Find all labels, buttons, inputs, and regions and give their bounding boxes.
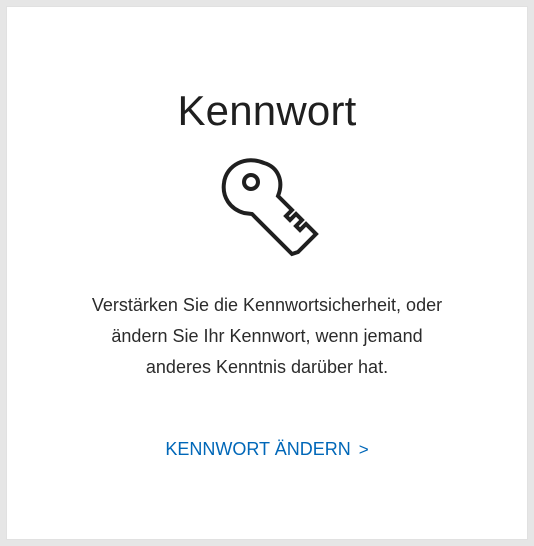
description-line: Verstärken Sie die Kennwortsicherheit, o… xyxy=(91,295,443,315)
card-description: Verstärken Sie die Kennwortsicherheit, o… xyxy=(27,290,507,383)
password-card: Kennwort Verstärken Sie die Kennwortsich… xyxy=(7,7,527,539)
change-password-link[interactable]: KENNWORT ÄNDERN > xyxy=(7,439,527,460)
description-line: anderes Kenntnis darüber hat. xyxy=(145,357,389,377)
change-password-label: KENNWORT ÄNDERN xyxy=(165,439,351,459)
card-title: Kennwort xyxy=(177,87,357,134)
key-icon xyxy=(221,158,319,257)
chevron-right-icon: > xyxy=(358,440,369,459)
description-line: ändern Sie Ihr Kennwort, wenn jemand xyxy=(111,326,423,346)
